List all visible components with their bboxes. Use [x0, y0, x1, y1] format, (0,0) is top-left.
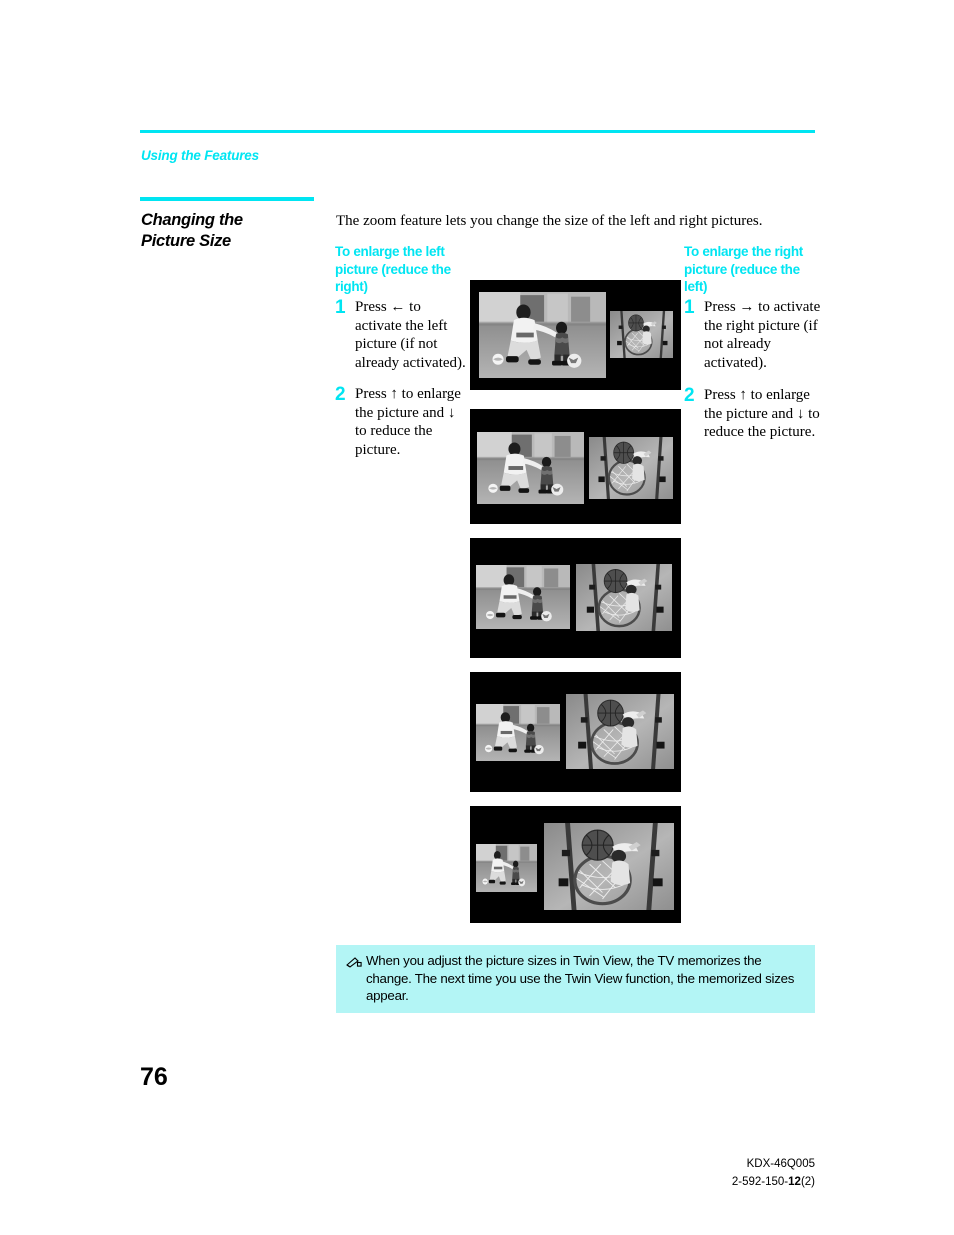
list-item: 1 Press ← to activate the left picture (… — [335, 298, 467, 372]
twin-view-figure-5 — [470, 806, 681, 923]
left-picture — [476, 844, 537, 892]
footer-doc-prefix: 2-592-150- — [731, 1176, 789, 1188]
twin-view-figure-1 — [470, 280, 681, 390]
footer: KDX-46Q005 2-592-150-12(2) — [732, 1155, 815, 1191]
step-number: 2 — [684, 385, 695, 406]
note-text: When you adjust the picture sizes in Twi… — [366, 953, 795, 1003]
right-column-steps: 1 Press → to activate the right picture … — [684, 298, 829, 452]
right-column-heading: To enlarge the right picture (reduce the… — [684, 244, 804, 294]
left-column-heading: To enlarge the left picture (reduce the … — [335, 244, 451, 294]
left-column-steps: 1 Press ← to activate the left picture (… — [335, 298, 467, 469]
left-picture — [476, 565, 570, 629]
page-title: Changing the Picture Size — [141, 211, 243, 250]
list-item: 1 Press → to activate the right picture … — [684, 298, 829, 372]
header-rule — [140, 130, 815, 133]
right-picture — [544, 823, 674, 910]
pencil-note-icon — [346, 952, 366, 1005]
right-picture — [566, 694, 674, 769]
left-picture — [476, 704, 560, 761]
footer-doc-bold: 12 — [788, 1176, 801, 1188]
step-text: Press ↑ to enlarge the picture and ↓ to … — [355, 386, 461, 458]
step-number: 1 — [335, 297, 346, 318]
step-text: Press ↑ to enlarge the picture and ↓ to … — [704, 387, 820, 440]
footer-model: KDX-46Q005 — [746, 1158, 815, 1170]
step-text: Press → to activate the right picture (i… — [704, 299, 821, 371]
footer-doc-suffix: (2) — [800, 1176, 815, 1188]
twin-view-figure-3 — [470, 538, 681, 658]
twin-view-figure-2 — [470, 409, 681, 524]
note-box: When you adjust the picture sizes in Twi… — [336, 945, 815, 1013]
left-picture — [477, 432, 584, 504]
step-number: 1 — [684, 297, 695, 318]
running-head: Using the Features — [141, 148, 259, 163]
list-item: 2 Press ↑ to enlarge the picture and ↓ t… — [335, 385, 467, 459]
left-picture — [479, 292, 606, 378]
section-rule — [140, 197, 314, 201]
footer-doc-number: 2-592-150-12(2) — [732, 1173, 815, 1191]
list-item: 2 Press ↑ to enlarge the picture and ↓ t… — [684, 386, 829, 442]
intro-paragraph: The zoom feature lets you change the siz… — [336, 213, 763, 229]
page-number: 76 — [140, 1063, 168, 1091]
step-number: 2 — [335, 384, 346, 405]
twin-view-figure-4 — [470, 672, 681, 792]
right-picture — [589, 437, 673, 499]
right-picture — [576, 564, 672, 631]
step-text: Press ← to activate the left picture (if… — [355, 299, 466, 371]
right-picture — [610, 311, 673, 358]
